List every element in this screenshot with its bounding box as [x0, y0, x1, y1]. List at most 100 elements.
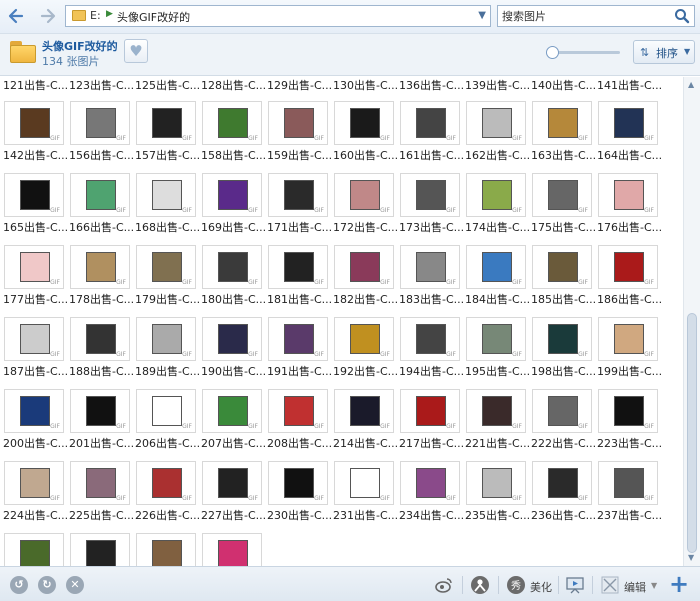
thumbnail-image[interactable]: GIF [136, 173, 196, 217]
thumbnail-image[interactable]: GIF [400, 173, 460, 217]
thumbnail-item[interactable]: GIF 171出售-C... [267, 173, 333, 239]
thumbnail-image[interactable]: GIF [268, 245, 328, 289]
thumbnail-item[interactable]: GIF 173出售-C... [399, 173, 465, 239]
scroll-down-arrow-icon[interactable]: ▼ [688, 553, 694, 562]
thumbnail-item[interactable]: GIF 184出售-C... [465, 245, 531, 311]
thumbnail-image[interactable]: GIF [70, 173, 130, 217]
thumbnail-item[interactable]: GIF 217出售-C... [399, 389, 465, 455]
thumbnail-item[interactable]: GIF 214出售-C... [333, 389, 399, 455]
thumbnail-item[interactable]: GIF 222出售-C... [531, 389, 597, 455]
thumbnail-item[interactable]: GIF 182出售-C... [333, 245, 399, 311]
thumbnail-image[interactable]: GIF [136, 101, 196, 145]
thumbnail-item[interactable]: GIF 192出售-C... [333, 317, 399, 383]
scrollbar-thumb[interactable] [687, 313, 697, 553]
delete-button[interactable]: ✕ [66, 576, 84, 594]
thumbnail-item[interactable]: 140出售-C... [531, 77, 597, 92]
search-box[interactable] [497, 5, 695, 27]
thumbnail-image[interactable]: GIF [334, 317, 394, 361]
thumbnail-image[interactable]: GIF [70, 245, 130, 289]
slideshow-icon[interactable] [565, 575, 585, 595]
thumbnail-item[interactable]: GIF 230出售-C... [267, 461, 333, 527]
thumbnail-item[interactable]: GIF 175出售-C... [531, 173, 597, 239]
thumbnail-image[interactable]: GIF [532, 245, 592, 289]
thumbnail-item[interactable]: GIF 237出售-C... [597, 461, 663, 527]
thumbnail-item[interactable]: GIF 168出售-C... [135, 173, 201, 239]
beautify-icon[interactable]: 秀 [506, 575, 526, 595]
back-button[interactable] [6, 6, 26, 26]
thumbnail-item[interactable]: GIF 194出售-C... [399, 317, 465, 383]
thumbnail-image[interactable]: GIF [532, 101, 592, 145]
thumbnail-image[interactable]: GIF [268, 173, 328, 217]
thumbnail-item[interactable]: GIF 186出售-C... [597, 245, 663, 311]
thumbnail-item[interactable]: GIF 206出售-C... [135, 389, 201, 455]
forward-button[interactable] [38, 6, 58, 26]
thumbnail-item[interactable]: GIF 165出售-C... [3, 173, 69, 239]
thumbnail-item[interactable]: GIF 187出售-C... [3, 317, 69, 383]
thumbnail-item[interactable]: GIF 199出售-C... [597, 317, 663, 383]
thumbnail-image[interactable]: GIF [598, 173, 658, 217]
thumbnail-item[interactable]: GIF 223出售-C... [597, 389, 663, 455]
thumbnail-item[interactable]: GIF 227出售-C... [201, 461, 267, 527]
thumbnail-image[interactable]: GIF [202, 101, 262, 145]
thumbnail-image[interactable]: GIF [136, 245, 196, 289]
thumbnail-image[interactable]: GIF [268, 389, 328, 433]
thumbnail-image[interactable]: GIF [136, 389, 196, 433]
thumbnail-item[interactable]: GIF 189出售-C... [135, 317, 201, 383]
thumbnail-item[interactable]: GIF 221出售-C... [465, 389, 531, 455]
thumbnail-image[interactable]: GIF [4, 101, 64, 145]
thumbnail-item[interactable]: GIF 207出售-C... [201, 389, 267, 455]
thumbnail-image[interactable]: GIF [4, 533, 64, 566]
thumbnail-image[interactable]: GIF [334, 461, 394, 505]
thumbnail-image[interactable]: GIF [70, 533, 130, 566]
thumbnail-item[interactable]: 136出售-C... [399, 77, 465, 92]
thumbnail-image[interactable]: GIF [334, 101, 394, 145]
edit-icon[interactable] [600, 575, 620, 595]
thumbnail-image[interactable]: GIF [400, 389, 460, 433]
thumbnail-item[interactable]: GIF 188出售-C... [69, 317, 135, 383]
thumbnail-item[interactable]: GIF 163出售-C... [531, 101, 597, 167]
thumbnail-item[interactable]: 129出售-C... [267, 77, 333, 92]
thumbnail-image[interactable]: GIF [4, 317, 64, 361]
thumbnail-item[interactable]: GIF 195出售-C... [465, 317, 531, 383]
thumbnail-item[interactable]: GIF 201出售-C... [69, 389, 135, 455]
thumbnail-size-slider[interactable] [546, 46, 620, 60]
thumbnail-item[interactable]: 130出售-C... [333, 77, 399, 92]
thumbnail-image[interactable]: GIF [136, 317, 196, 361]
weibo-share-icon[interactable] [434, 575, 454, 595]
thumbnail-image[interactable]: GIF [136, 461, 196, 505]
thumbnail-item[interactable]: GIF 166出售-C... [69, 173, 135, 239]
thumbnail-item[interactable]: GIF 180出售-C... [201, 245, 267, 311]
thumbnail-item[interactable]: GIF [69, 533, 135, 566]
chevron-down-icon[interactable]: ▼ [651, 581, 657, 590]
thumbnail-image[interactable]: GIF [268, 101, 328, 145]
thumbnail-item[interactable]: 139出售-C... [465, 77, 531, 92]
rotate-right-button[interactable]: ↻ [38, 576, 56, 594]
thumbnail-image[interactable]: GIF [334, 173, 394, 217]
edit-label[interactable]: 编辑 [624, 579, 646, 595]
thumbnail-image[interactable]: GIF [466, 389, 526, 433]
thumbnail-item[interactable]: GIF 191出售-C... [267, 317, 333, 383]
thumbnail-image[interactable]: GIF [202, 461, 262, 505]
thumbnail-image[interactable]: GIF [268, 461, 328, 505]
thumbnail-item[interactable]: GIF 156出售-C... [69, 101, 135, 167]
vertical-scrollbar[interactable]: ▲ ▼ [683, 77, 700, 566]
thumbnail-image[interactable]: GIF [4, 461, 64, 505]
favorite-button[interactable]: ♥ [124, 39, 148, 63]
thumbnail-image[interactable]: GIF [532, 461, 592, 505]
thumbnail-item[interactable]: GIF 200出售-C... [3, 389, 69, 455]
thumbnail-image[interactable]: GIF [466, 173, 526, 217]
address-path[interactable]: 头像GIF改好的 [117, 9, 190, 25]
person-icon[interactable] [470, 575, 490, 595]
thumbnail-item[interactable]: GIF 224出售-C... [3, 461, 69, 527]
thumbnail-item[interactable]: GIF 158出售-C... [201, 101, 267, 167]
thumbnail-item[interactable]: 141出售-C... [597, 77, 663, 92]
rotate-left-button[interactable]: ↺ [10, 576, 28, 594]
thumbnail-image[interactable]: GIF [202, 245, 262, 289]
thumbnail-image[interactable]: GIF [598, 317, 658, 361]
thumbnail-item[interactable]: 128出售-C... [201, 77, 267, 92]
thumbnail-item[interactable]: GIF 208出售-C... [267, 389, 333, 455]
thumbnail-image[interactable]: GIF [202, 533, 262, 566]
thumbnail-image[interactable]: GIF [268, 317, 328, 361]
thumbnail-item[interactable]: GIF 160出售-C... [333, 101, 399, 167]
thumbnail-image[interactable]: GIF [400, 461, 460, 505]
